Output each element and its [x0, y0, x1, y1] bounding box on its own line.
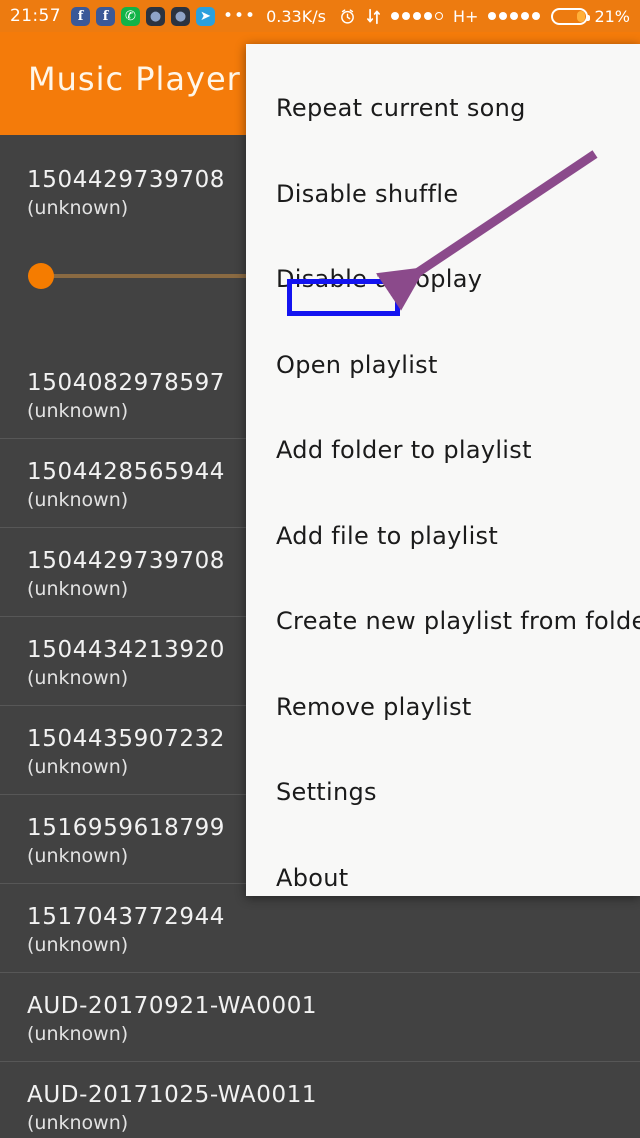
signal-dot-filled	[390, 12, 399, 20]
seek-bar-thumb[interactable]	[28, 263, 54, 289]
signal-dot-empty	[434, 12, 443, 20]
facebook-icon: f	[71, 6, 90, 26]
telegram-icon: ➤	[196, 6, 215, 26]
now-playing-title: 1504429739708	[27, 167, 226, 193]
song-list-item[interactable]: AUD-20171025-WA0011 (unknown)	[0, 1062, 640, 1138]
menu-item-disable-shuffle[interactable]: Disable shuffle	[246, 173, 640, 215]
song-artist: (unknown)	[27, 756, 129, 778]
song-artist: (unknown)	[27, 845, 129, 867]
song-title: 1504429739708	[27, 548, 226, 574]
song-title: 1517043772944	[27, 904, 226, 930]
now-playing-artist: (unknown)	[27, 197, 129, 219]
menu-item-repeat-current-song[interactable]: Repeat current song	[246, 87, 640, 129]
menu-item-about[interactable]: About	[246, 857, 640, 899]
menu-item-settings[interactable]: Settings	[246, 771, 640, 813]
signal-dot-filled	[532, 12, 541, 20]
menu-item-add-file-to-playlist[interactable]: Add file to playlist	[246, 515, 640, 557]
song-title: AUD-20171025-WA0011	[27, 1082, 318, 1108]
song-title: AUD-20170921-WA0001	[27, 993, 318, 1019]
song-artist: (unknown)	[27, 489, 129, 511]
signal-dot-filled	[412, 12, 421, 20]
network-speed-label: 0.33K/s	[266, 6, 326, 26]
annotation-rectangle	[287, 279, 400, 316]
menu-item-remove-playlist[interactable]: Remove playlist	[246, 686, 640, 728]
app-icon: ●	[146, 6, 165, 26]
status-bar-app-icons: f f ✆ ● ● ➤	[71, 6, 221, 26]
menu-item-open-playlist[interactable]: Open playlist	[246, 344, 640, 386]
battery-icon	[551, 7, 591, 25]
song-title: 1516959618799	[27, 815, 226, 841]
song-artist: (unknown)	[27, 400, 129, 422]
signal-strength-indicator	[390, 12, 443, 20]
whatsapp-icon: ✆	[121, 6, 140, 26]
song-title: 1504435907232	[27, 726, 226, 752]
battery-percent-label: 21%	[594, 6, 630, 26]
overflow-menu[interactable]: Repeat current song Disable shuffle Disabl…	[246, 44, 640, 896]
song-artist: (unknown)	[27, 667, 129, 689]
data-transfer-icon	[366, 8, 381, 25]
song-title: 1504434213920	[27, 637, 226, 663]
app-icon: ●	[171, 6, 190, 26]
network-type-label: H+	[452, 6, 479, 26]
signal-dot-filled	[521, 12, 530, 20]
signal-dot-filled	[499, 12, 508, 20]
signal-dot-filled	[510, 12, 519, 20]
status-bar-overflow-icon: •••	[223, 5, 257, 26]
alarm-clock-icon	[339, 8, 356, 25]
song-list-item[interactable]: AUD-20170921-WA0001 (unknown)	[0, 973, 640, 1062]
page-title: Music Player	[28, 60, 241, 98]
phone-screen: 21:57 f f ✆ ● ● ➤ ••• 0.33K/s H+ 21% Music Pl…	[0, 0, 640, 1138]
song-artist: (unknown)	[27, 1023, 129, 1045]
status-bar: 21:57 f f ✆ ● ● ➤ ••• 0.33K/s H+ 21%	[0, 0, 640, 32]
status-bar-clock: 21:57	[10, 6, 61, 26]
facebook-icon: f	[96, 6, 115, 26]
song-artist: (unknown)	[27, 934, 129, 956]
signal-dot-filled	[488, 12, 497, 20]
song-artist: (unknown)	[27, 578, 129, 600]
song-title: 1504082978597	[27, 370, 226, 396]
song-title: 1504428565944	[27, 459, 226, 485]
signal-dot-filled	[423, 12, 432, 20]
menu-item-add-folder-to-playlist[interactable]: Add folder to playlist	[246, 429, 640, 471]
signal-strength-indicator-2	[488, 12, 541, 20]
signal-dot-filled	[401, 12, 410, 20]
song-artist: (unknown)	[27, 1112, 129, 1134]
menu-item-create-new-playlist-from-folder[interactable]: Create new playlist from folder	[246, 600, 640, 642]
